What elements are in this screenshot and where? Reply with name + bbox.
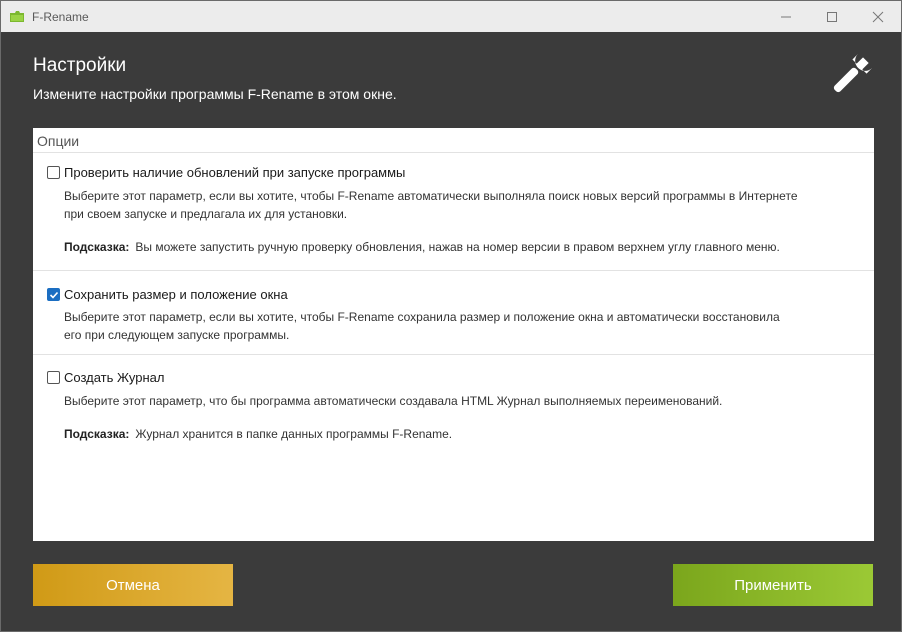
- settings-window: F-Rename Настройки Измените настройки пр…: [0, 0, 902, 632]
- window-title: F-Rename: [32, 10, 89, 24]
- minimize-button[interactable]: [763, 1, 809, 32]
- save-window-description-2: его при следующем запуске программы.: [64, 328, 290, 342]
- apply-button[interactable]: Применить: [673, 564, 873, 606]
- hint-label: Подсказка:: [64, 240, 130, 254]
- close-button[interactable]: [855, 1, 901, 32]
- cancel-button[interactable]: Отмена: [33, 564, 233, 606]
- create-log-hint: Подсказка: Журнал хранится в папке данных…: [64, 427, 452, 441]
- maximize-button[interactable]: [809, 1, 855, 32]
- check-updates-hint: Подсказка: Вы можете запустить ручную про…: [64, 240, 780, 254]
- title-bar[interactable]: F-Rename: [1, 1, 901, 32]
- maximize-icon: [827, 11, 837, 22]
- create-log-description: Выберите этот параметр, что бы программа…: [64, 394, 723, 408]
- create-log-label[interactable]: Создать Журнал: [64, 370, 164, 385]
- save-window-description-1: Выберите этот параметр, если вы хотите, …: [64, 310, 780, 324]
- divider: [33, 152, 874, 153]
- option-check-updates[interactable]: Проверить наличие обновлений при запуске…: [47, 165, 405, 180]
- divider: [33, 354, 874, 355]
- hint-label: Подсказка:: [64, 427, 130, 441]
- check-updates-label[interactable]: Проверить наличие обновлений при запуске…: [64, 165, 405, 180]
- hint-text: Вы можете запустить ручную проверку обно…: [135, 240, 780, 254]
- options-panel: Опции Проверить наличие обновлений при з…: [33, 128, 874, 541]
- option-save-window[interactable]: Сохранить размер и положение окна: [47, 287, 288, 302]
- page-subtitle: Измените настройки программы F-Rename в …: [33, 86, 397, 102]
- option-create-log[interactable]: Создать Журнал: [47, 370, 164, 385]
- create-log-checkbox[interactable]: [47, 371, 60, 384]
- minimize-icon: [781, 16, 791, 17]
- check-updates-checkbox[interactable]: [47, 166, 60, 179]
- page-title: Настройки: [33, 55, 127, 76]
- hint-text: Журнал хранится в папке данных программы…: [135, 427, 453, 441]
- options-panel-label: Опции: [37, 133, 80, 149]
- close-icon: [872, 11, 884, 22]
- wrench-icon: [833, 53, 873, 93]
- checkmark-icon: [49, 291, 58, 299]
- save-window-label[interactable]: Сохранить размер и положение окна: [64, 287, 288, 302]
- green-folder-icon: [10, 11, 24, 22]
- check-updates-description-2: при своем запуске и предлагала их для ус…: [64, 207, 348, 221]
- divider: [33, 270, 874, 271]
- check-updates-description-1: Выберите этот параметр, если вы хотите, …: [64, 189, 798, 203]
- save-window-checkbox[interactable]: [47, 288, 60, 301]
